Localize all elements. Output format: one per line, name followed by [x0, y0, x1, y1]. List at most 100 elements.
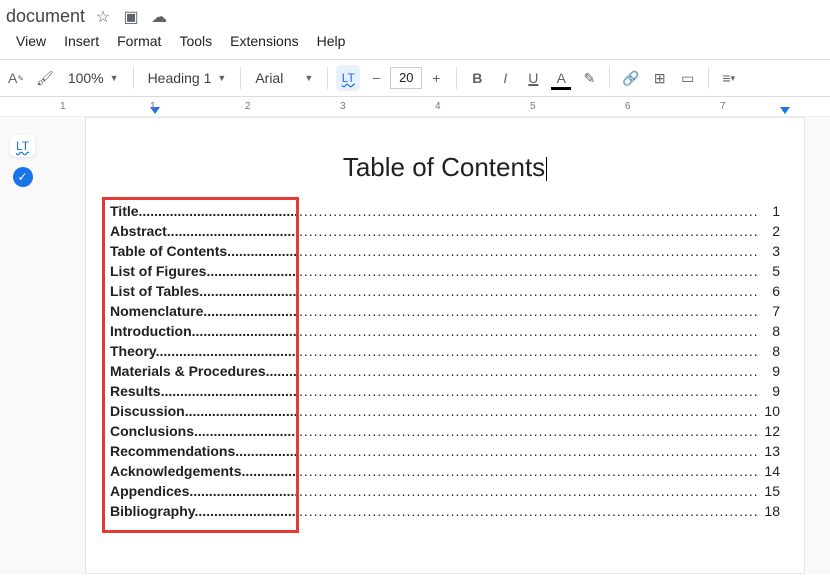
- toc-entry[interactable]: Appendices..............................…: [110, 483, 780, 503]
- toc-entry[interactable]: Bibliography............................…: [110, 503, 780, 523]
- ruler[interactable]: 11234567: [0, 97, 830, 117]
- toc-entry-name: Materials & Procedures..................…: [110, 363, 299, 379]
- link-button[interactable]: 🔗: [618, 65, 643, 91]
- languagetool-icon[interactable]: LT: [336, 65, 360, 91]
- paint-format-icon[interactable]: 🖌: [32, 65, 58, 91]
- align-button[interactable]: ≡ ▾: [717, 65, 741, 91]
- toc-entry-name: List of Figures.........................…: [110, 263, 299, 279]
- cloud-icon[interactable]: ☁: [149, 7, 169, 27]
- menu-insert[interactable]: Insert: [64, 33, 99, 49]
- font-select[interactable]: Arial▼: [249, 65, 319, 91]
- toc-leader-dots: ........................................…: [299, 303, 760, 319]
- spellcheck-icon[interactable]: A✎: [4, 65, 28, 91]
- highlight-button[interactable]: ✎: [577, 65, 601, 91]
- toc-entry[interactable]: Recommendations.........................…: [110, 443, 780, 463]
- font-increase-button[interactable]: +: [424, 65, 448, 91]
- move-folder-icon[interactable]: ▣: [121, 7, 141, 27]
- toc-entry-name: Bibliography............................…: [110, 503, 299, 519]
- table-of-contents[interactable]: Title...................................…: [110, 203, 780, 523]
- lt-check-icon[interactable]: ✓: [13, 167, 33, 187]
- style-select[interactable]: Heading 1▼: [142, 65, 233, 91]
- toc-entry-page: 13: [760, 443, 780, 459]
- bold-button[interactable]: B: [465, 65, 489, 91]
- toc-entry[interactable]: Materials & Procedures..................…: [110, 363, 780, 383]
- toc-entry-page: 6: [760, 283, 780, 299]
- star-icon[interactable]: ☆: [93, 7, 113, 27]
- toc-leader-dots: ........................................…: [299, 283, 760, 299]
- toc-entry[interactable]: List of Tables..........................…: [110, 283, 780, 303]
- toc-entry-name: Acknowledgements........................…: [110, 463, 299, 479]
- toc-entry[interactable]: Theory..................................…: [110, 343, 780, 363]
- toc-entry[interactable]: Table of Contents.......................…: [110, 243, 780, 263]
- toc-leader-dots: ........................................…: [299, 223, 760, 239]
- toc-entry-page: 18: [760, 503, 780, 519]
- toc-entry[interactable]: Nomenclature............................…: [110, 303, 780, 323]
- toc-leader-dots: ........................................…: [299, 243, 760, 259]
- toc-entry-name: List of Tables..........................…: [110, 283, 299, 299]
- toc-leader-dots: ........................................…: [299, 483, 760, 499]
- page-title[interactable]: Table of Contents: [110, 152, 780, 183]
- toc-entry[interactable]: Abstract................................…: [110, 223, 780, 243]
- menu-extensions[interactable]: Extensions: [230, 33, 298, 49]
- ruler-mark: 7: [720, 101, 726, 112]
- menu-help[interactable]: Help: [317, 33, 346, 49]
- indent-marker-right[interactable]: [780, 107, 790, 114]
- toc-entry-page: 1: [760, 203, 780, 219]
- ruler-mark: 2: [245, 101, 251, 112]
- toc-leader-dots: ........................................…: [299, 503, 760, 519]
- toc-entry-page: 5: [760, 263, 780, 279]
- toc-entry[interactable]: Introduction............................…: [110, 323, 780, 343]
- menu-view[interactable]: View: [16, 33, 46, 49]
- toc-entry-name: Appendices..............................…: [110, 483, 299, 499]
- text-color-button[interactable]: A: [549, 65, 573, 91]
- toc-leader-dots: ........................................…: [299, 203, 760, 219]
- toc-entry-page: 9: [760, 363, 780, 379]
- toc-entry[interactable]: Conclusions.............................…: [110, 423, 780, 443]
- zoom-select[interactable]: 100%▼: [62, 65, 125, 91]
- toc-leader-dots: ........................................…: [299, 443, 760, 459]
- comment-button[interactable]: ⊞: [648, 65, 672, 91]
- menu-format[interactable]: Format: [117, 33, 161, 49]
- toc-entry[interactable]: Results.................................…: [110, 383, 780, 403]
- toc-entry-name: Title...................................…: [110, 203, 299, 219]
- toc-leader-dots: ........................................…: [299, 463, 760, 479]
- workspace: LT ✓ Table of Contents Title............…: [0, 117, 830, 574]
- menu-tools[interactable]: Tools: [179, 33, 212, 49]
- underline-button[interactable]: U: [521, 65, 545, 91]
- toc-leader-dots: ........................................…: [299, 403, 760, 419]
- toc-entry[interactable]: Discussion..............................…: [110, 403, 780, 423]
- italic-button[interactable]: I: [493, 65, 517, 91]
- toc-entry-name: Recommendations.........................…: [110, 443, 299, 459]
- toc-entry-page: 3: [760, 243, 780, 259]
- ruler-mark: 4: [435, 101, 441, 112]
- toc-entry-name: Theory..................................…: [110, 343, 299, 359]
- toc-entry-name: Abstract................................…: [110, 223, 299, 239]
- toc-entry[interactable]: List of Figures.........................…: [110, 263, 780, 283]
- toc-leader-dots: ........................................…: [299, 363, 760, 379]
- toc-entry-page: 15: [760, 483, 780, 499]
- font-size-input[interactable]: 20: [390, 67, 422, 89]
- menu-bar: View Insert Format Tools Extensions Help: [0, 29, 830, 59]
- toc-entry-page: 10: [760, 403, 780, 419]
- toc-entry-name: Introduction............................…: [110, 323, 299, 339]
- toc-entry[interactable]: Acknowledgements........................…: [110, 463, 780, 483]
- lt-sidebar: LT ✓: [0, 117, 45, 574]
- toc-entry[interactable]: Title...................................…: [110, 203, 780, 223]
- toolbar: A✎ 🖌 100%▼ Heading 1▼ Arial▼ LT − 20 + B…: [0, 59, 830, 97]
- lt-badge-icon[interactable]: LT: [10, 135, 35, 157]
- toc-entry-page: 8: [760, 323, 780, 339]
- document-page[interactable]: Table of Contents Title.................…: [85, 117, 805, 574]
- ruler-mark: 5: [530, 101, 536, 112]
- ruler-mark: 6: [625, 101, 631, 112]
- toc-entry-page: 8: [760, 343, 780, 359]
- document-title[interactable]: document: [6, 6, 85, 27]
- toc-entry-page: 7: [760, 303, 780, 319]
- toc-entry-name: Conclusions.............................…: [110, 423, 299, 439]
- ruler-mark: 1: [60, 101, 66, 112]
- toc-entry-name: Results.................................…: [110, 383, 299, 399]
- image-button[interactable]: ▭: [676, 65, 700, 91]
- toc-entry-page: 9: [760, 383, 780, 399]
- font-decrease-button[interactable]: −: [364, 65, 388, 91]
- ruler-mark: 1: [150, 101, 156, 112]
- toc-entry-page: 2: [760, 223, 780, 239]
